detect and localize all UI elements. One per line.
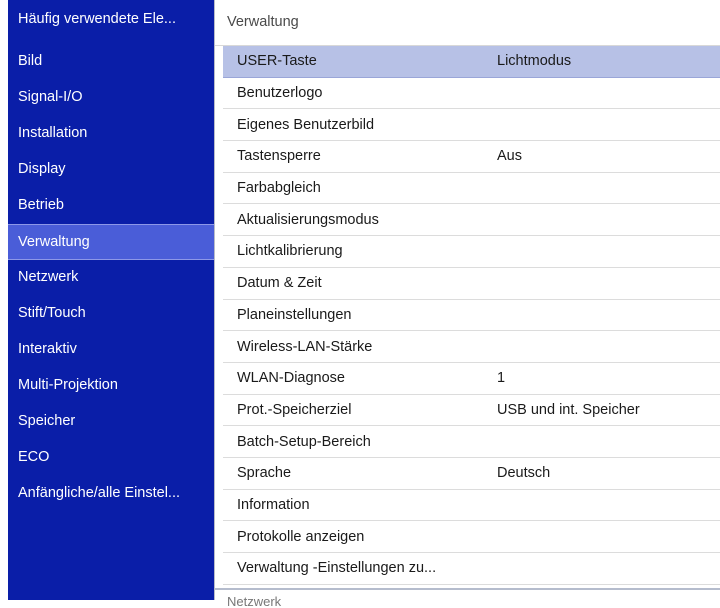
- menu-row-datum-zeit[interactable]: Datum & Zeit: [223, 268, 720, 300]
- sidebar-item-bild[interactable]: Bild: [8, 44, 214, 80]
- menu-row-eigenes-benutzerbild[interactable]: Eigenes Benutzerbild: [223, 109, 720, 142]
- menu-row-prot-speicherziel[interactable]: Prot.-Speicherziel USB und int. Speicher: [223, 395, 720, 427]
- menu-row-lichtkalibrierung[interactable]: Lichtkalibrierung: [223, 236, 720, 268]
- row-label: Lichtkalibrierung: [237, 243, 343, 260]
- row-value: USB und int. Speicher: [497, 401, 640, 418]
- row-label: Tastensperre: [237, 148, 321, 165]
- row-label: Batch-Setup-Bereich: [237, 433, 371, 450]
- row-label: Wireless-LAN-Stärke: [237, 338, 373, 355]
- row-label: Sprache: [237, 465, 292, 482]
- menu-row-farbabgleich[interactable]: Farbabgleich: [223, 173, 720, 205]
- row-label: Aktualisierungsmodus: [237, 211, 379, 228]
- row-label: Farbabgleich: [237, 180, 321, 197]
- sidebar-item-signal-io[interactable]: Signal-I/O: [8, 80, 214, 116]
- menu-row-batch-setup-bereich[interactable]: Batch-Setup-Bereich: [223, 426, 720, 458]
- row-label: Planeinstellungen: [237, 306, 352, 323]
- row-value: Lichtmodus: [497, 53, 572, 70]
- row-label: Prot.-Speicherziel: [237, 401, 352, 418]
- sidebar: Häufig verwendete Ele... Bild Signal-I/O…: [8, 0, 215, 600]
- sidebar-item-verwaltung[interactable]: Verwaltung: [8, 224, 214, 260]
- row-value: 1: [497, 370, 506, 387]
- sidebar-item-installation[interactable]: Installation: [8, 116, 214, 152]
- menu-row-tastensperre[interactable]: Tastensperre Aus: [223, 141, 720, 173]
- row-label: Protokolle anzeigen: [237, 528, 365, 545]
- row-label: Datum & Zeit: [237, 275, 322, 292]
- projector-settings-menu: Häufig verwendete Ele... Bild Signal-I/O…: [0, 0, 720, 608]
- row-label: USER-Taste: [237, 53, 317, 70]
- menu-row-protokolle-anzeigen[interactable]: Protokolle anzeigen: [223, 521, 720, 553]
- menu-row-wlan-diagnose[interactable]: WLAN-Diagnose 1: [223, 363, 720, 395]
- sidebar-item-speicher[interactable]: Speicher: [8, 404, 214, 440]
- menu-row-aktualisierungsmodus[interactable]: Aktualisierungsmodus: [223, 204, 720, 237]
- main-panel: Verwaltung USER-Taste Lichtmodus Benutze…: [215, 0, 720, 608]
- sidebar-item-interaktiv[interactable]: Interaktiv: [8, 332, 214, 368]
- menu-row-sprache[interactable]: Sprache Deutsch: [223, 458, 720, 490]
- sidebar-item-eco[interactable]: ECO: [8, 440, 214, 476]
- menu-row-wireless-lan-staerke[interactable]: Wireless-LAN-Stärke: [223, 331, 720, 363]
- settings-list: USER-Taste Lichtmodus Benutzerlogo Eigen…: [223, 46, 720, 585]
- row-value: Deutsch: [497, 465, 551, 482]
- row-value: Aus: [497, 148, 522, 165]
- sidebar-item-haeufig-verwendete[interactable]: Häufig verwendete Ele...: [8, 0, 214, 44]
- sidebar-item-stift-touch[interactable]: Stift/Touch: [8, 296, 214, 332]
- menu-row-user-taste[interactable]: USER-Taste Lichtmodus: [223, 46, 720, 78]
- menu-row-information[interactable]: Information: [223, 490, 720, 522]
- row-label: Benutzerlogo: [237, 85, 323, 102]
- sidebar-item-netzwerk[interactable]: Netzwerk: [8, 260, 214, 296]
- section-divider: [215, 588, 720, 590]
- menu-row-verwaltung-einstellungen[interactable]: Verwaltung -Einstellungen zu...: [223, 553, 720, 585]
- menu-row-benutzerlogo[interactable]: Benutzerlogo: [223, 78, 720, 110]
- section-title: Verwaltung: [215, 0, 720, 46]
- sidebar-item-multi-projektion[interactable]: Multi-Projektion: [8, 368, 214, 404]
- sidebar-item-display[interactable]: Display: [8, 152, 214, 188]
- row-label: WLAN-Diagnose: [237, 370, 345, 387]
- row-label: Information: [237, 496, 310, 513]
- row-label: Eigenes Benutzerbild: [237, 116, 375, 133]
- menu-row-planeinstellungen[interactable]: Planeinstellungen: [223, 300, 720, 332]
- sidebar-item-anfaengliche-alle-einstellungen[interactable]: Anfängliche/alle Einstel...: [8, 476, 214, 512]
- row-label: Verwaltung -Einstellungen zu...: [237, 560, 437, 577]
- sidebar-item-betrieb[interactable]: Betrieb: [8, 188, 214, 224]
- next-section-title: Netzwerk: [227, 594, 282, 608]
